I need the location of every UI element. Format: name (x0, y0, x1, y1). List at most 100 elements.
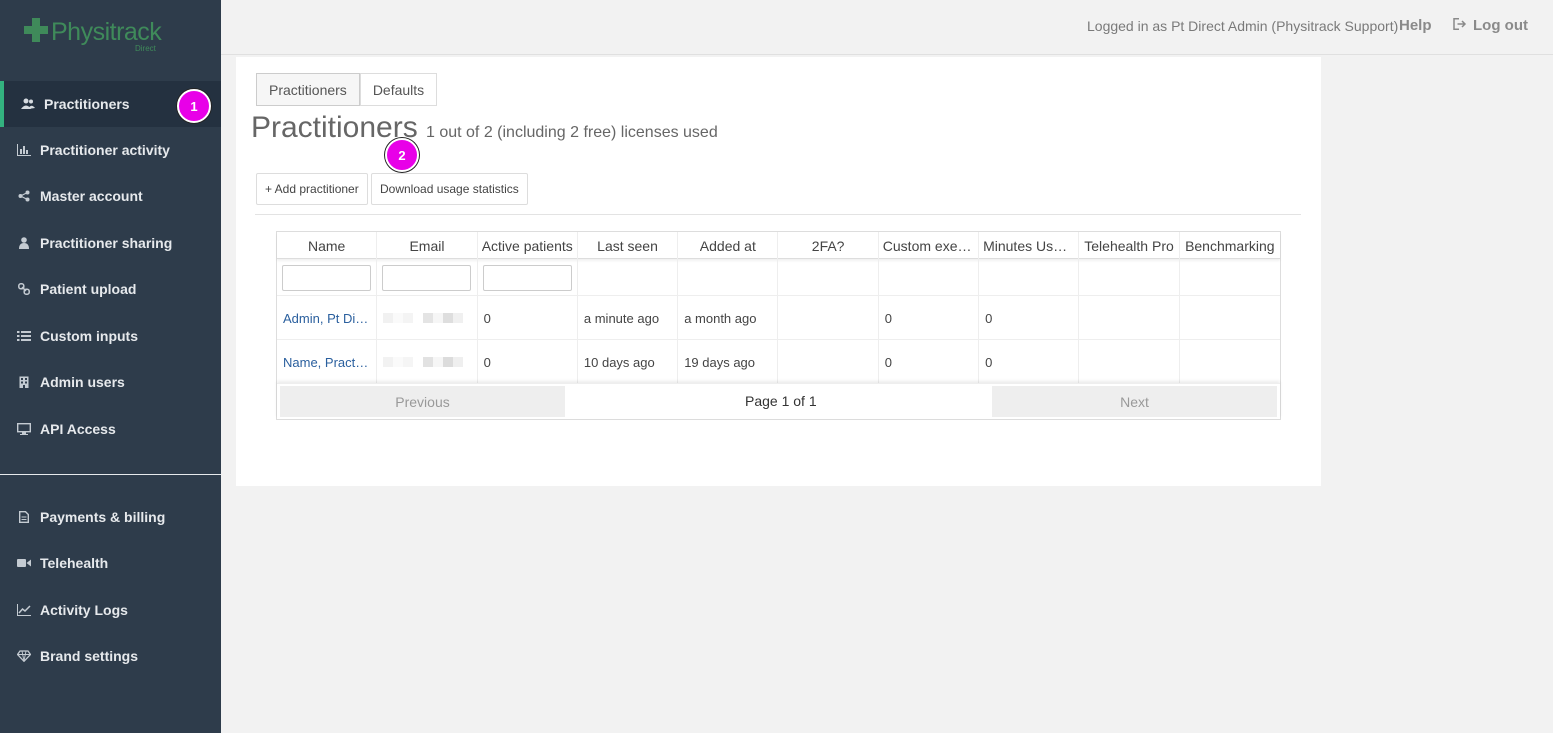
minutes-used-cell: 0 (979, 340, 1080, 384)
custom-exercises-cell: 0 (879, 340, 980, 384)
added-at-cell: a month ago (678, 296, 779, 340)
sidebar-item-practitioner-sharing[interactable]: Practitioner sharing (0, 220, 221, 266)
column-header-added-at[interactable]: Added at (678, 232, 779, 259)
sidebar-item-payments-billing[interactable]: Payments & billing (0, 494, 221, 540)
sidebar-item-label: Admin users (40, 374, 125, 390)
brand-name: Physitrack (51, 18, 162, 46)
sidebar-item-label: API Access (40, 421, 116, 437)
sidebar-item-patient-upload[interactable]: Patient upload (0, 266, 221, 312)
column-header-email[interactable]: Email (377, 232, 478, 259)
column-header-benchmarking[interactable]: Benchmarking (1180, 232, 1280, 259)
column-header-last-seen[interactable]: Last seen (578, 232, 679, 259)
added-at-cell: 19 days ago (678, 340, 779, 384)
section-divider (255, 214, 1301, 215)
sidebar-item-label: Practitioners (44, 96, 130, 112)
plus-logo-icon (24, 18, 48, 42)
tab-defaults[interactable]: Defaults (359, 73, 438, 106)
sidebar-item-custom-inputs[interactable]: Custom inputs (0, 313, 221, 359)
sidebar-item-api-access[interactable]: API Access (0, 406, 221, 452)
practitioners-table: Name Email Active patients Last seen Add… (276, 231, 1281, 420)
sidebar-item-label: Practitioner activity (40, 142, 170, 158)
desktop-icon (16, 422, 32, 436)
name-filter-input[interactable] (282, 264, 371, 291)
table-header: Name Email Active patients Last seen Add… (277, 232, 1280, 259)
sidebar-item-admin-users[interactable]: Admin users (0, 359, 221, 405)
last-seen-cell: 10 days ago (578, 340, 679, 384)
sidebar-divider (0, 474, 221, 475)
table-row: Name, Practi… 0 10 days ago 19 days ago … (277, 340, 1280, 384)
step-badge-1: 1 (177, 89, 211, 123)
active-patients-cell: 0 (478, 296, 578, 340)
tab-bar: Practitioners Defaults (256, 73, 438, 106)
telehealth-pro-cell (1079, 296, 1180, 340)
content-panel: Practitioners Defaults Practitioners 1 o… (236, 57, 1321, 486)
email-cell-redacted (377, 340, 478, 384)
sidebar-item-activity-logs[interactable]: Activity Logs (0, 587, 221, 633)
filter-row (277, 259, 1280, 296)
physitrack-logo: Physitrack Direct (24, 16, 164, 56)
table-row: Admin, Pt Di… 0 a minute ago a month ago… (277, 296, 1280, 340)
sidebar-item-label: Telehealth (40, 555, 109, 571)
column-header-active-patients[interactable]: Active patients (478, 232, 578, 259)
next-page-button[interactable]: Next (992, 386, 1277, 417)
column-header-custom-exercises[interactable]: Custom exer… (879, 232, 980, 259)
sidebar-item-brand-settings[interactable]: Brand settings (0, 633, 221, 679)
top-bar: Logged in as Pt Direct Admin (Physitrack… (221, 0, 1553, 55)
sidebar-item-practitioner-activity[interactable]: Practitioner activity (0, 127, 221, 173)
line-chart-icon (16, 603, 32, 617)
building-icon (16, 375, 32, 389)
column-header-2fa[interactable]: 2FA? (778, 232, 879, 259)
redacted-email (383, 313, 464, 323)
email-cell-redacted (377, 296, 478, 340)
pagination: Previous Page 1 of 1 Next (277, 383, 1280, 419)
diamond-icon (16, 649, 32, 663)
sidebar-item-label: Patient upload (40, 281, 137, 297)
download-usage-statistics-button[interactable]: Download usage statistics (371, 173, 528, 205)
benchmarking-cell (1180, 296, 1280, 340)
logged-in-user: Logged in as Pt Direct Admin (Physitrack… (1087, 18, 1399, 34)
column-header-name[interactable]: Name (277, 232, 378, 259)
sidebar-item-master-account[interactable]: Master account (0, 173, 221, 219)
sidebar-item-label: Activity Logs (40, 602, 128, 618)
add-practitioner-button[interactable]: + Add practitioner (256, 173, 368, 205)
last-seen-cell: a minute ago (578, 296, 679, 340)
sidebar-item-label: Custom inputs (40, 328, 138, 344)
page-indicator: Page 1 of 1 (745, 393, 817, 409)
link-icon (16, 282, 32, 296)
logout-label: Log out (1473, 17, 1528, 34)
practitioner-name-link[interactable]: Admin, Pt Di… (277, 296, 378, 340)
previous-page-button[interactable]: Previous (280, 386, 565, 417)
practitioner-name-link[interactable]: Name, Practi… (277, 340, 378, 384)
custom-exercises-cell: 0 (879, 296, 980, 340)
video-camera-icon (16, 556, 32, 570)
sidebar-item-label: Brand settings (40, 648, 139, 664)
sidebar-item-telehealth[interactable]: Telehealth (0, 540, 221, 586)
minutes-used-cell: 0 (979, 296, 1080, 340)
column-header-minutes-used[interactable]: Minutes Use… (979, 232, 1080, 259)
help-link[interactable]: Help (1399, 17, 1432, 34)
bar-chart-icon (16, 143, 32, 157)
sidebar-item-label: Master account (40, 188, 143, 204)
license-summary: 1 out of 2 (including 2 free) licenses u… (426, 124, 718, 141)
tab-practitioners[interactable]: Practitioners (256, 73, 360, 106)
2fa-cell (778, 340, 879, 384)
sidebar-item-label: Practitioner sharing (40, 235, 173, 251)
user-icon (16, 236, 32, 250)
sidebar-item-label: Payments & billing (40, 509, 166, 525)
share-icon (16, 189, 32, 203)
document-icon (16, 510, 32, 524)
sign-out-icon (1453, 18, 1467, 33)
redacted-email (383, 357, 464, 367)
list-icon (16, 329, 32, 343)
telehealth-pro-cell (1079, 340, 1180, 384)
benchmarking-cell (1180, 340, 1280, 384)
users-icon (20, 97, 36, 111)
step-badge-2: 2 (385, 138, 419, 172)
2fa-cell (778, 296, 879, 340)
brand-sub: Direct (135, 44, 156, 53)
active-patients-cell: 0 (478, 340, 578, 384)
column-header-telehealth-pro[interactable]: Telehealth Pro (1079, 232, 1180, 259)
logout-link[interactable]: Log out (1453, 17, 1528, 34)
email-filter-input[interactable] (382, 264, 472, 291)
active-patients-filter-input[interactable] (482, 264, 572, 291)
